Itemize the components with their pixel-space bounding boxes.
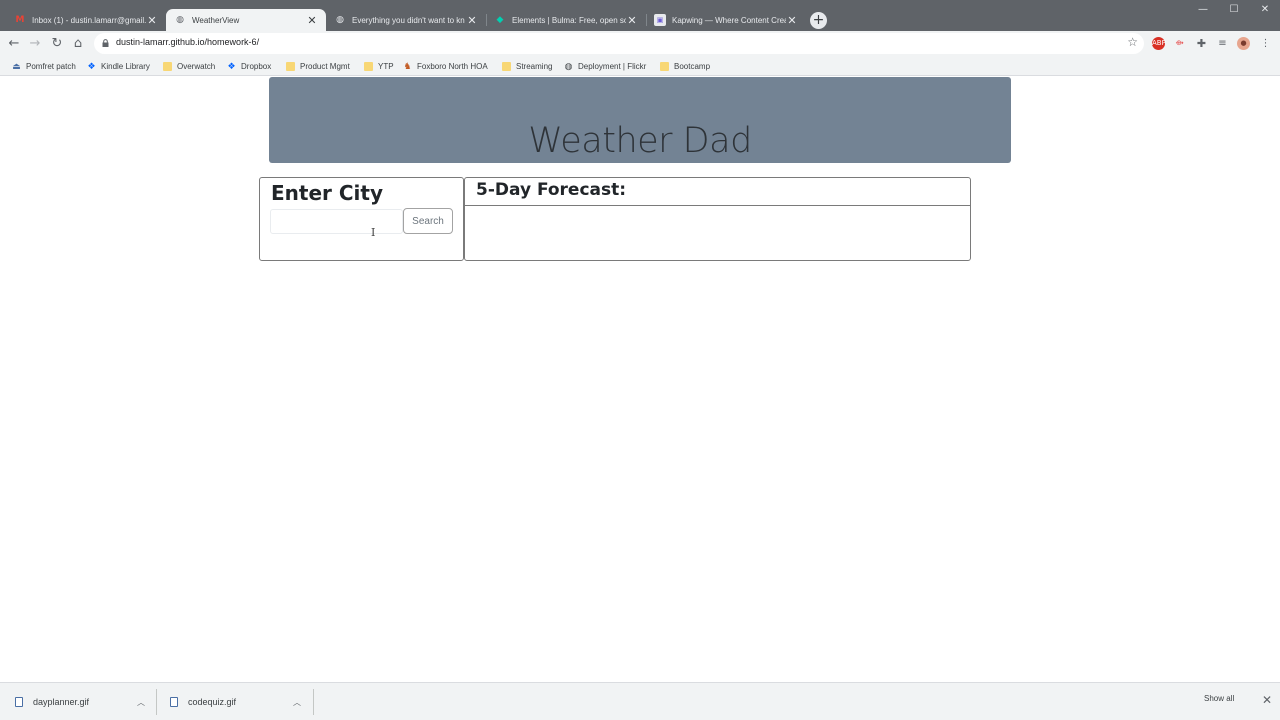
- bookmark-item[interactable]: ❖ Kindle Library: [87, 59, 150, 73]
- tab-inbox[interactable]: M Inbox (1) - dustin.lamarr@gmail. ✕: [6, 9, 167, 31]
- bookmark-label: Pomfret patch: [26, 61, 76, 71]
- menu-kebab-icon[interactable]: ⋮: [1259, 37, 1272, 50]
- folder-icon: [660, 61, 669, 71]
- bookmark-label: Deployment | Flickr: [578, 61, 647, 71]
- download-filename: codequiz.gif: [188, 697, 237, 707]
- bookmark-item[interactable]: ◍ Deployment | Flickr: [564, 59, 647, 73]
- city-search-card: Enter City Search: [259, 177, 464, 261]
- dropbox-icon: ❖: [227, 60, 236, 71]
- bookmark-label: Product Mgmt: [300, 61, 350, 71]
- tab-title: Elements | Bulma: Free, open sou: [512, 15, 626, 25]
- bookmark-item[interactable]: Streaming: [502, 59, 552, 73]
- fox-icon: ♞: [403, 60, 412, 71]
- bookmark-item[interactable]: Overwatch: [163, 59, 215, 73]
- kapwing-icon: ▣: [654, 14, 666, 26]
- pin-icon: ⏏: [12, 60, 21, 71]
- address-bar[interactable]: dustin-lamarr.github.io/homework-6/ ☆: [94, 33, 1144, 54]
- bookmark-item[interactable]: YTP: [364, 59, 394, 73]
- extension-red-icon[interactable]: ⟴: [1173, 37, 1186, 50]
- forecast-card: 5-Day Forecast:: [464, 177, 971, 261]
- globe-icon: ◍: [336, 15, 344, 25]
- bookmark-item[interactable]: ❖ Dropbox: [227, 59, 271, 73]
- bookmark-label: Kindle Library: [101, 61, 150, 71]
- folder-icon: [502, 61, 511, 71]
- close-icon[interactable]: ✕: [786, 14, 798, 27]
- bookmark-item[interactable]: ♞ Foxboro North HOA: [403, 59, 488, 73]
- bookmark-item[interactable]: ⏏ Pomfret patch: [12, 59, 76, 73]
- browser-toolbar: ← → ↻ ⌂ dustin-lamarr.github.io/homework…: [0, 31, 1280, 56]
- tab-title: WeatherView: [192, 15, 240, 25]
- download-item[interactable]: dayplanner.gif ︿: [15, 693, 150, 711]
- tab-strip: M Inbox (1) - dustin.lamarr@gmail. ✕ ◍ W…: [0, 0, 1280, 31]
- minimize-button[interactable]: —: [1188, 3, 1218, 17]
- chevron-up-icon[interactable]: ︿: [293, 697, 301, 708]
- city-input[interactable]: [270, 209, 403, 234]
- bookmark-label: YTP: [378, 61, 394, 71]
- bookmark-label: Streaming: [516, 61, 553, 71]
- bulma-icon: ◆: [496, 15, 504, 25]
- bookmark-label: Overwatch: [177, 61, 216, 71]
- close-icon[interactable]: ✕: [626, 14, 638, 27]
- tab-title: Kapwing — Where Content Crea: [672, 15, 786, 25]
- puzzle-icon[interactable]: ✚: [1195, 37, 1208, 50]
- maximize-button[interactable]: ☐: [1219, 3, 1249, 17]
- page-title: Weather Dad: [528, 121, 752, 161]
- download-item[interactable]: codequiz.gif ︿: [170, 693, 305, 711]
- download-filename: dayplanner.gif: [33, 697, 90, 707]
- bookmark-item[interactable]: Product Mgmt: [286, 59, 350, 73]
- new-tab-button[interactable]: +: [810, 12, 827, 29]
- tab-title: Everything you didn't want to kn: [352, 15, 465, 25]
- reading-list-icon[interactable]: ≡: [1216, 37, 1229, 50]
- globe-icon: ◍: [564, 60, 573, 71]
- adblock-icon[interactable]: ABP: [1152, 37, 1166, 50]
- text-cursor-icon: I: [371, 226, 376, 239]
- tab-kapwing[interactable]: ▣ Kapwing — Where Content Crea ✕: [646, 9, 806, 31]
- back-arrow-icon[interactable]: ←: [6, 36, 22, 52]
- close-icon[interactable]: ✕: [306, 14, 318, 27]
- url-text: dustin-lamarr.github.io/homework-6/: [116, 37, 260, 47]
- city-search-heading: Enter City: [271, 181, 383, 205]
- folder-icon: [163, 61, 172, 71]
- download-shelf: dayplanner.gif ︿ codequiz.gif ︿ Show all…: [0, 682, 1280, 720]
- close-icon[interactable]: ✕: [146, 14, 158, 27]
- forward-arrow-icon[interactable]: →: [27, 36, 43, 52]
- bookmark-label: Dropbox: [241, 61, 272, 71]
- file-icon: [170, 697, 178, 707]
- bookmark-item[interactable]: Bootcamp: [660, 59, 710, 73]
- folder-icon: [286, 61, 295, 71]
- gmail-icon: M: [15, 15, 25, 25]
- avatar[interactable]: ●: [1237, 37, 1250, 50]
- tab-everything[interactable]: ◍ Everything you didn't want to kn ✕: [326, 9, 487, 31]
- window-close-button[interactable]: ✕: [1250, 3, 1280, 17]
- folder-icon: [364, 61, 373, 71]
- bookmark-label: Foxboro North HOA: [417, 61, 488, 71]
- divider: [156, 689, 157, 715]
- header-jumbotron: Weather Dad: [269, 77, 1011, 163]
- show-all-button[interactable]: Show all: [1204, 694, 1234, 703]
- search-button[interactable]: Search: [403, 208, 453, 234]
- bookmark-star-icon[interactable]: ☆: [1127, 35, 1138, 49]
- lock-icon: [102, 39, 109, 47]
- bookmark-label: Bootcamp: [674, 61, 711, 71]
- chevron-up-icon[interactable]: ︿: [137, 697, 145, 708]
- file-icon: [15, 697, 23, 707]
- globe-icon: ◍: [176, 15, 184, 25]
- tab-weatherview[interactable]: ◍ WeatherView ✕: [166, 9, 326, 31]
- forecast-card-header: 5-Day Forecast:: [465, 178, 970, 206]
- home-icon[interactable]: ⌂: [70, 36, 86, 52]
- close-icon[interactable]: ✕: [1262, 693, 1272, 707]
- tab-bulma[interactable]: ◆ Elements | Bulma: Free, open sou ✕: [486, 9, 647, 31]
- forecast-heading: 5-Day Forecast:: [476, 180, 627, 200]
- tab-title: Inbox (1) - dustin.lamarr@gmail.: [32, 15, 146, 25]
- reload-icon[interactable]: ↻: [49, 36, 65, 52]
- dropbox-icon: ❖: [87, 60, 96, 71]
- divider: [313, 689, 314, 715]
- bookmarks-bar: ⏏ Pomfret patch ❖ Kindle Library Overwat…: [0, 56, 1280, 76]
- close-icon[interactable]: ✕: [466, 14, 478, 27]
